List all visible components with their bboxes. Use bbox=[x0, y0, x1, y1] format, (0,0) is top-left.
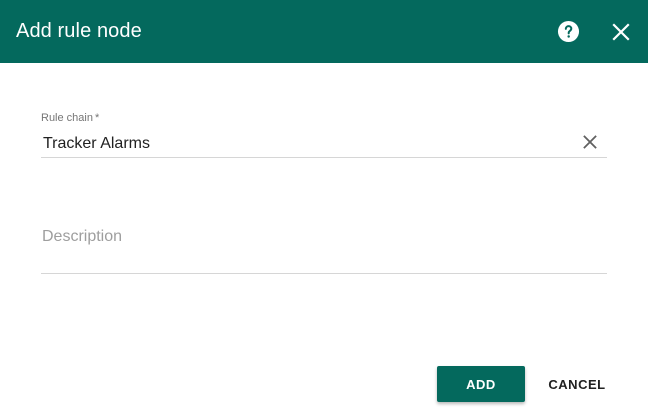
dialog-header: Add rule node bbox=[0, 0, 648, 63]
description-underline bbox=[41, 273, 607, 274]
required-mark: * bbox=[94, 112, 100, 124]
help-icon[interactable] bbox=[557, 20, 580, 43]
close-icon[interactable] bbox=[611, 22, 631, 42]
cancel-button[interactable]: CANCEL bbox=[537, 366, 617, 402]
rule-chain-input[interactable]: Tracker Alarms bbox=[43, 134, 150, 154]
description-field[interactable]: Description bbox=[41, 224, 607, 276]
dialog-title: Add rule node bbox=[16, 20, 142, 42]
add-button[interactable]: ADD bbox=[437, 366, 525, 402]
rule-chain-field[interactable]: Rule chain * Tracker Alarms bbox=[41, 111, 607, 159]
add-rule-node-dialog: Add rule node Rule chain * Tracker Alarms bbox=[0, 0, 648, 410]
rule-chain-label: Rule chain * bbox=[41, 111, 99, 125]
description-input[interactable]: Description bbox=[42, 227, 122, 247]
clear-icon[interactable] bbox=[581, 133, 599, 151]
rule-chain-label-text: Rule chain bbox=[41, 112, 93, 124]
rule-chain-underline bbox=[41, 157, 607, 158]
dialog-actions: ADD CANCEL bbox=[0, 366, 648, 402]
